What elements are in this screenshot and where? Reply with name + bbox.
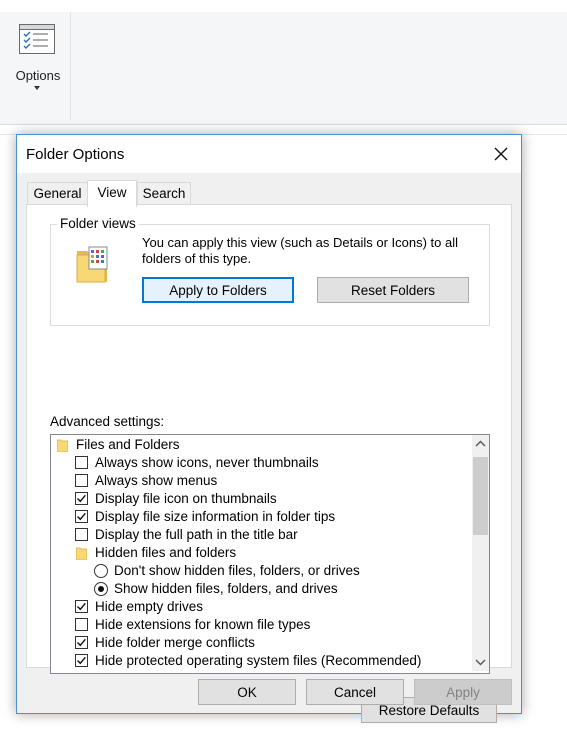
close-button[interactable] (481, 135, 521, 173)
checkbox-unchecked[interactable] (75, 456, 88, 469)
checkbox-checked[interactable] (75, 600, 88, 613)
dialog-titlebar[interactable]: Folder Options (17, 135, 521, 173)
tree-item-label: Display file icon on thumbnails (95, 491, 277, 506)
chevron-down-icon (475, 659, 486, 666)
radio-unselected[interactable] (94, 564, 108, 578)
apply-button[interactable]: Apply (414, 679, 512, 705)
checkbox-unchecked[interactable] (75, 528, 88, 541)
folder-options-dialog: Folder Options General View Search Folde… (16, 134, 522, 723)
tree-item-label: Hide empty drives (95, 599, 204, 614)
options-button[interactable]: Options (8, 16, 68, 106)
checkmark-icon (77, 512, 86, 521)
tree-item-label: Always show menus (95, 473, 218, 488)
tab-view-label: View (97, 185, 127, 200)
checkmark-icon (77, 656, 86, 665)
tree-item-label: Show hidden files, folders, and drives (114, 581, 338, 596)
checkbox-checked[interactable] (75, 636, 88, 649)
folder-icon (75, 547, 88, 565)
checkmark-icon (77, 494, 86, 503)
checkbox-unchecked[interactable] (75, 474, 88, 487)
tree-item-label: Hidden files and folders (95, 545, 237, 560)
chevron-down-icon (34, 86, 40, 90)
scroll-thumb[interactable] (473, 457, 488, 535)
tab-general-label: General (33, 186, 82, 201)
radio-dot-icon (98, 586, 104, 592)
radio-selected[interactable] (94, 582, 108, 596)
folder-views-group: Folder views You can apply this view (su… (50, 216, 490, 326)
tree-item-label: Always show icons, never thumbnails (95, 455, 319, 470)
checkmark-icon (77, 638, 86, 647)
tree-item-label: Hide protected operating system files (R… (95, 653, 422, 668)
tree-item-label: Display file size information in folder … (95, 509, 336, 524)
tree-item-label: Don't show hidden files, folders, or dri… (114, 563, 360, 578)
explorer-ribbon: Options (0, 12, 567, 125)
checkbox-checked[interactable] (75, 510, 88, 523)
folder-views-description: You can apply this view (such as Details… (142, 235, 459, 266)
view-tab-panel: Folder views You can apply this view (su… (26, 204, 512, 723)
checkbox-unchecked[interactable] (75, 618, 88, 631)
apply-to-folders-button[interactable]: Apply to Folders (142, 277, 294, 303)
tree-item-label: Hide folder merge conflicts (95, 635, 255, 650)
tree-item-label: Display the full path in the title bar (95, 527, 298, 542)
dialog-title: Folder Options (26, 146, 125, 163)
ok-button[interactable]: OK (198, 679, 296, 705)
scroll-down-button[interactable] (472, 653, 489, 671)
options-label: Options (15, 68, 61, 83)
folder-views-legend: Folder views (57, 216, 139, 231)
advanced-settings-tree[interactable]: Files and Folders Always show icons, nev… (50, 434, 490, 674)
checkbox-checked[interactable] (75, 654, 88, 667)
tab-view[interactable]: View (87, 180, 137, 207)
chevron-up-icon (475, 440, 486, 447)
tab-search-label: Search (142, 186, 186, 201)
tree-item-label: Files and Folders (76, 437, 180, 452)
close-icon (494, 147, 508, 161)
scroll-up-button[interactable] (472, 435, 489, 453)
tree-item-label: Hide extensions for known file types (95, 617, 311, 632)
options-checklist-icon (19, 24, 55, 57)
folder-icon (56, 439, 69, 457)
reset-folders-button[interactable]: Reset Folders (317, 277, 469, 303)
advanced-settings-label: Advanced settings: (50, 414, 165, 429)
ribbon-group-options: Options (8, 12, 71, 120)
checkmark-icon (77, 602, 86, 611)
folder-views-icon (75, 245, 111, 288)
checkbox-checked[interactable] (75, 492, 88, 505)
tree-scrollbar[interactable] (472, 435, 489, 671)
tab-general[interactable]: General (27, 182, 88, 205)
cancel-button[interactable]: Cancel (306, 679, 404, 705)
tab-search[interactable]: Search (137, 182, 191, 205)
